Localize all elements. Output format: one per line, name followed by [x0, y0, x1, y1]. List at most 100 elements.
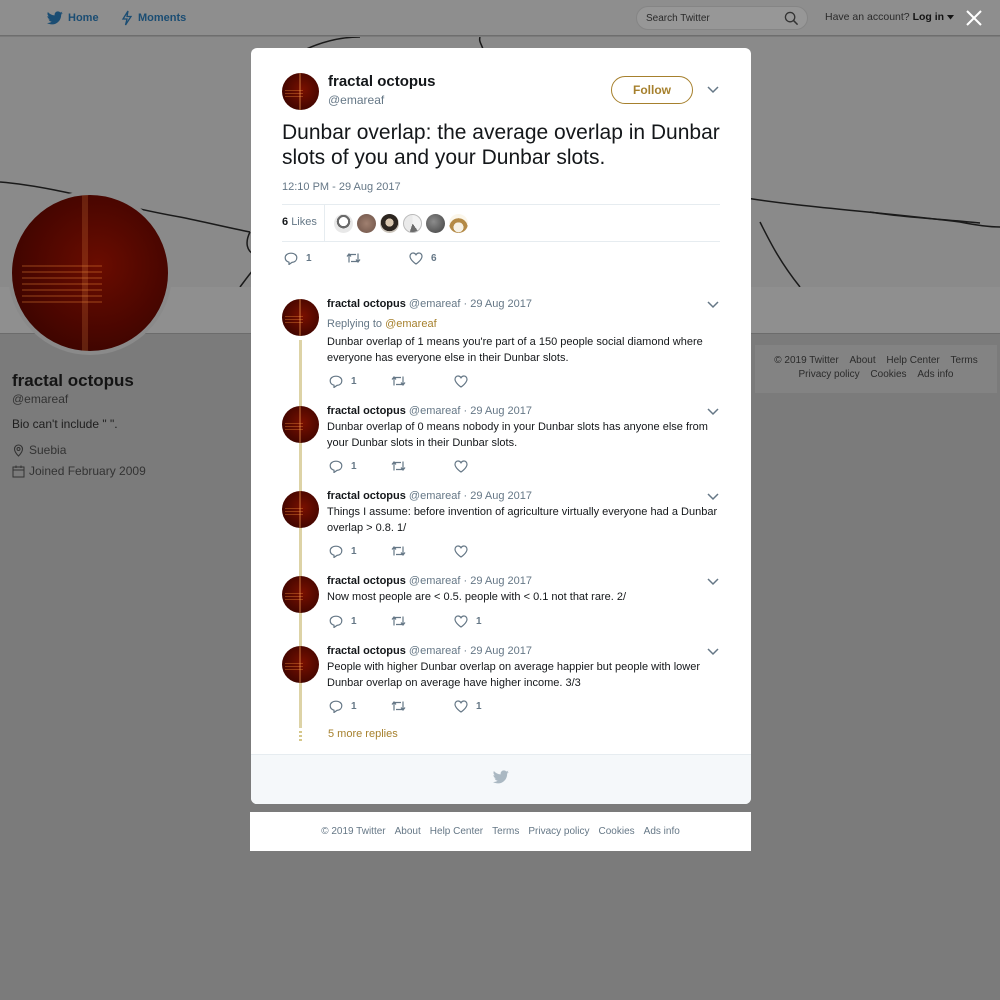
reply-author-name[interactable]: fractal octopus — [327, 575, 406, 587]
tweet-timestamp[interactable]: 12:10 PM - 29 Aug 2017 — [282, 181, 401, 193]
reply-author-avatar[interactable] — [282, 646, 319, 683]
more-replies-dots — [299, 731, 302, 743]
footer-about-link[interactable]: About — [395, 826, 421, 837]
retweet-action[interactable] — [391, 615, 414, 627]
reply-date[interactable]: · 29 Aug 2017 — [464, 298, 533, 310]
footer-terms-link[interactable]: Terms — [492, 826, 519, 837]
footer-ads-link[interactable]: Ads info — [644, 826, 680, 837]
retweet-action[interactable] — [391, 460, 414, 472]
side-footer-cookies-link[interactable]: Cookies — [870, 369, 906, 380]
chevron-down-icon[interactable] — [707, 578, 719, 586]
login-link[interactable]: Log in — [913, 11, 945, 23]
profile-avatar[interactable] — [8, 191, 172, 355]
heart-icon — [454, 700, 468, 713]
liker-avatar[interactable] — [403, 214, 422, 233]
reply-author-name[interactable]: fractal octopus — [327, 490, 406, 502]
like-action[interactable]: 1 — [454, 615, 482, 628]
liker-avatar[interactable] — [334, 214, 353, 233]
side-footer-about-link[interactable]: About — [849, 355, 875, 366]
reply-action[interactable]: 1 — [329, 545, 357, 558]
retweet-icon — [346, 253, 361, 263]
reply-author-name[interactable]: fractal octopus — [327, 405, 406, 417]
reply-author-handle[interactable]: @emareaf — [409, 405, 461, 417]
reply-action[interactable]: 1 — [329, 615, 357, 628]
reply-count: 1 — [351, 461, 357, 472]
side-footer-help-link[interactable]: Help Center — [886, 355, 939, 366]
chevron-down-icon[interactable] — [707, 301, 719, 309]
reply-author-avatar[interactable] — [282, 576, 319, 613]
likes-label: Likes — [291, 216, 317, 228]
nav-moments[interactable]: Moments — [121, 0, 186, 36]
replying-to-link[interactable]: @emareaf — [385, 318, 437, 330]
reply-author-handle[interactable]: @emareaf — [409, 490, 461, 502]
like-action[interactable]: 1 — [454, 700, 482, 713]
liker-avatar[interactable] — [357, 214, 376, 233]
reply-action[interactable]: 1 — [329, 460, 357, 473]
like-action[interactable] — [454, 545, 476, 558]
divider — [282, 204, 720, 205]
reply-author-name[interactable]: fractal octopus — [327, 298, 406, 310]
reply-header: fractal octopus @emareaf · 29 Aug 2017 — [327, 405, 532, 417]
like-action[interactable] — [454, 460, 476, 473]
reply-date[interactable]: · 29 Aug 2017 — [464, 575, 533, 587]
close-icon[interactable] — [964, 8, 984, 28]
reply-icon — [329, 375, 343, 388]
reply-count: 1 — [306, 253, 312, 264]
side-footer: © 2019 Twitter About Help Center Terms P… — [755, 345, 997, 393]
reply-header: fractal octopus @emareaf · 29 Aug 2017 — [327, 575, 532, 587]
chevron-down-icon[interactable] — [707, 648, 719, 656]
liker-avatar[interactable] — [449, 214, 468, 233]
side-footer-privacy-link[interactable]: Privacy policy — [799, 369, 860, 380]
reply-date[interactable]: · 29 Aug 2017 — [464, 645, 533, 657]
side-footer-terms-link[interactable]: Terms — [951, 355, 978, 366]
reply-author-handle[interactable]: @emareaf — [409, 645, 461, 657]
reply-action[interactable]: 1 — [329, 700, 357, 713]
location-pin-icon — [13, 443, 24, 457]
reply-author-avatar[interactable] — [282, 491, 319, 528]
tweet-author-name[interactable]: fractal octopus — [328, 73, 436, 90]
chevron-down-icon[interactable] — [707, 493, 719, 501]
liker-avatar[interactable] — [380, 214, 399, 233]
reply-action[interactable]: 1 — [329, 375, 357, 388]
likes-stat[interactable]: 6 Likes — [282, 216, 317, 228]
more-replies-link[interactable]: 5 more replies — [328, 728, 398, 740]
search-icon[interactable] — [784, 11, 799, 26]
reply-text: Dunbar overlap of 0 means nobody in your… — [327, 421, 708, 449]
reply-author-handle[interactable]: @emareaf — [409, 575, 461, 587]
heart-icon — [454, 460, 468, 473]
heart-icon — [454, 615, 468, 628]
follow-button[interactable]: Follow — [611, 76, 693, 104]
footer-privacy-link[interactable]: Privacy policy — [528, 826, 589, 837]
retweet-icon — [391, 701, 406, 711]
reply-date[interactable]: · 29 Aug 2017 — [464, 405, 533, 417]
footer-cookies-link[interactable]: Cookies — [599, 826, 635, 837]
reply-action[interactable]: 1 — [284, 252, 312, 265]
twitter-bird-icon — [47, 11, 63, 25]
chevron-down-icon[interactable] — [707, 408, 719, 416]
tweet-author-avatar[interactable] — [282, 73, 319, 110]
reply-icon — [329, 460, 343, 473]
reply-author-handle[interactable]: @emareaf — [409, 298, 461, 310]
reply-date[interactable]: · 29 Aug 2017 — [464, 490, 533, 502]
like-count: 1 — [476, 616, 482, 627]
calendar-icon — [12, 465, 25, 477]
chevron-down-icon[interactable] — [707, 86, 719, 94]
retweet-action[interactable] — [391, 700, 414, 712]
reply-author-avatar[interactable] — [282, 406, 319, 443]
footer-help-link[interactable]: Help Center — [430, 826, 483, 837]
retweet-action[interactable] — [346, 252, 369, 264]
nav-home[interactable]: Home — [47, 0, 99, 36]
reply-text: People with higher Dunbar overlap on ave… — [327, 661, 701, 689]
side-footer-ads-link[interactable]: Ads info — [917, 369, 953, 380]
like-count: 6 — [431, 253, 437, 264]
reply-author-avatar[interactable] — [282, 299, 319, 336]
tweet-author-handle[interactable]: @emareaf — [328, 93, 384, 107]
retweet-action[interactable] — [391, 545, 414, 557]
search-input[interactable]: Search Twitter — [636, 6, 808, 30]
retweet-action[interactable] — [391, 375, 414, 387]
liker-avatar[interactable] — [426, 214, 445, 233]
login-prompt[interactable]: Have an account? Log in — [825, 11, 954, 23]
like-action[interactable] — [454, 375, 476, 388]
like-action[interactable]: 6 — [409, 252, 437, 265]
reply-author-name[interactable]: fractal octopus — [327, 645, 406, 657]
